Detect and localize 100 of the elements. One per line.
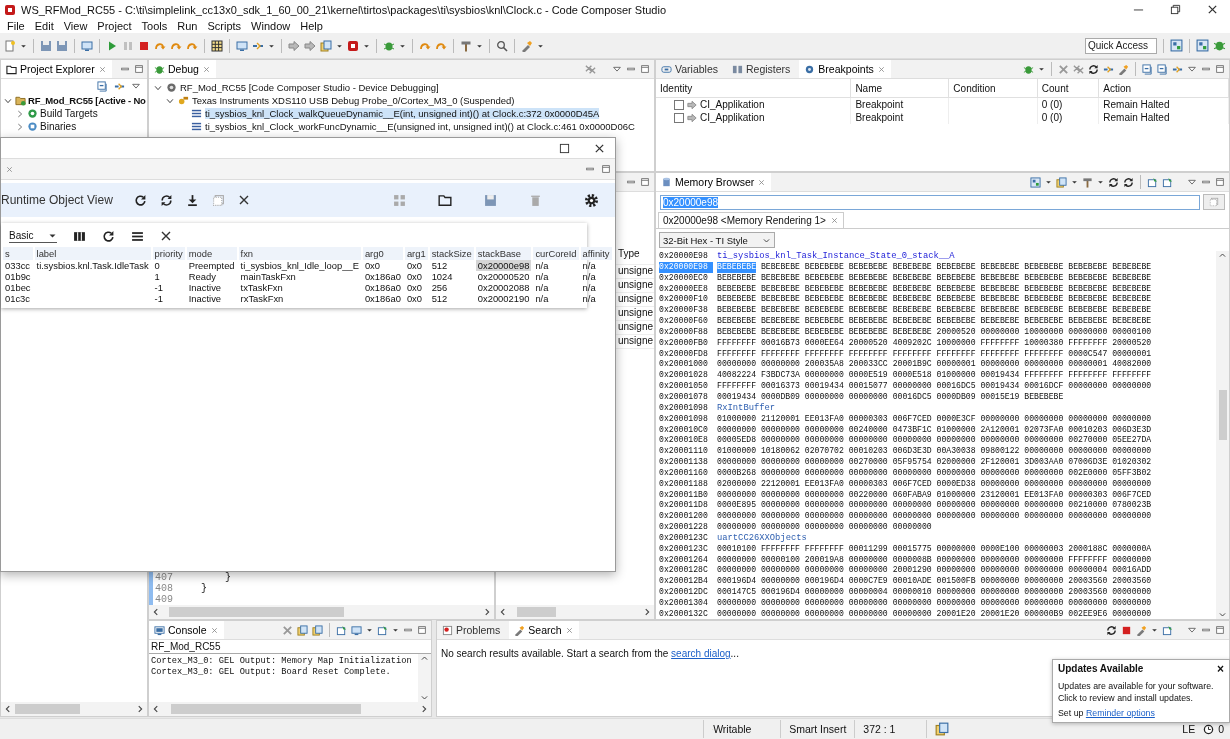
copy-icon[interactable]	[211, 193, 225, 207]
pin-icon[interactable]	[1147, 176, 1158, 188]
folder-icon[interactable]	[438, 193, 452, 207]
panel-tab[interactable]: Registers	[727, 60, 796, 78]
column-header[interactable]: Name	[850, 79, 949, 98]
menu-item[interactable]: Scripts	[202, 20, 247, 32]
grid-icon[interactable]	[211, 39, 223, 52]
remove-icon[interactable]	[1058, 63, 1069, 75]
hammer-icon[interactable]	[1082, 176, 1093, 188]
settings-icon[interactable]	[584, 192, 599, 208]
column-header[interactable]: Identity	[656, 79, 851, 98]
search-dialog-link[interactable]: search dialog	[671, 648, 731, 659]
menu-item[interactable]: Edit	[29, 20, 59, 32]
flashlight-icon[interactable]	[1136, 624, 1147, 636]
perspective-icon[interactable]	[1170, 39, 1183, 52]
pin-icon[interactable]	[1162, 624, 1173, 636]
panel-tab[interactable]: Debug	[149, 60, 216, 78]
reminder-options-link[interactable]: Reminder options	[1085, 708, 1155, 718]
panel-tab[interactable]: Search	[509, 621, 579, 639]
tree-toggle-icon[interactable]	[15, 108, 25, 119]
view-dropdown[interactable]: Basic	[9, 229, 57, 243]
rendering-tab[interactable]: 0x20000e98 <Memory Rendering 1>	[658, 212, 844, 228]
panel-tab[interactable]: Memory Browser	[656, 173, 772, 191]
refresh-icon[interactable]	[133, 193, 147, 207]
panel-tab[interactable]: Breakpoints	[799, 60, 891, 78]
sync-icon[interactable]	[1106, 624, 1117, 636]
restore-icon[interactable]	[1170, 4, 1181, 15]
save-icon[interactable]	[40, 39, 52, 52]
monitor-icon[interactable]	[81, 39, 93, 52]
stack-frame[interactable]: ti_sysbios_knl_Clock_walkQueueDynamic__E(int, unsigned int)() at Clock.c:372 0x0000D45A	[205, 108, 600, 119]
maximize-icon[interactable]	[559, 142, 570, 154]
checkbox[interactable]	[674, 112, 684, 123]
menu-item[interactable]: Tools	[136, 20, 173, 32]
monitor-icon[interactable]	[351, 624, 362, 636]
remove-icon[interactable]	[282, 624, 293, 636]
go-button[interactable]	[1203, 194, 1225, 210]
document-icon[interactable]	[297, 624, 308, 636]
search-icon[interactable]	[496, 39, 508, 52]
collapse-all-icon[interactable]	[1157, 63, 1168, 75]
scroll-thumb[interactable]	[1218, 390, 1227, 440]
sync-icon[interactable]	[1123, 176, 1134, 188]
menu-icon[interactable]	[131, 229, 144, 243]
download-icon[interactable]	[185, 193, 199, 207]
sync-icon[interactable]	[1088, 63, 1099, 75]
pin-icon[interactable]	[336, 624, 347, 636]
document-icon[interactable]	[935, 722, 950, 736]
column-header[interactable]: Action	[1098, 79, 1229, 98]
checkbox[interactable]	[674, 99, 684, 110]
close-button[interactable]: ×	[1217, 663, 1224, 674]
bug-icon[interactable]	[1023, 63, 1034, 75]
pin-icon[interactable]	[1162, 176, 1173, 188]
collapse-all-icon[interactable]	[97, 81, 108, 92]
format-dropdown[interactable]: 32-Bit Hex - TI Style	[659, 232, 775, 248]
sync-icon[interactable]	[159, 193, 173, 207]
document-icon[interactable]	[312, 624, 323, 636]
close-icon[interactable]	[237, 194, 250, 206]
column-header[interactable]: affinity	[580, 247, 612, 260]
menu-item[interactable]: Window	[246, 20, 296, 32]
panel-tab[interactable]: Console	[149, 621, 224, 639]
panel-tab[interactable]: Problems	[437, 621, 506, 639]
stop-icon[interactable]	[1121, 624, 1132, 636]
column-header[interactable]: s	[3, 247, 33, 260]
column-header[interactable]: mode	[186, 247, 237, 260]
horizontal-scrollbar[interactable]	[496, 605, 654, 619]
refresh-icon[interactable]	[102, 229, 115, 243]
close-icon[interactable]	[594, 142, 605, 154]
view-menu-icon[interactable]	[1187, 64, 1197, 74]
play-icon[interactable]	[106, 39, 118, 52]
horizontal-scrollbar[interactable]	[149, 605, 494, 619]
tree-toggle-icon[interactable]	[15, 121, 25, 132]
menu-item[interactable]: Help	[295, 20, 328, 32]
column-header[interactable]: priority	[152, 247, 185, 260]
tree-item[interactable]: Build Targets	[40, 108, 98, 119]
stop-icon[interactable]	[138, 39, 150, 52]
monitor-icon[interactable]	[236, 39, 248, 52]
horizontal-scrollbar[interactable]	[1, 702, 147, 716]
column-header[interactable]: arg1	[404, 247, 428, 260]
perspective-icon[interactable]	[1196, 39, 1209, 52]
view-menu-icon[interactable]	[1187, 177, 1197, 187]
view-menu-icon[interactable]	[131, 81, 141, 91]
remove-all-icon[interactable]	[585, 63, 596, 75]
vertical-scrollbar[interactable]	[418, 654, 431, 702]
vertical-scrollbar[interactable]	[1216, 251, 1229, 619]
pin-icon[interactable]	[377, 624, 388, 636]
app-icon[interactable]	[347, 39, 359, 52]
flashlight-icon[interactable]	[1118, 63, 1129, 75]
column-header[interactable]: curCoreId	[533, 247, 579, 260]
save-icon[interactable]	[56, 39, 68, 52]
column-header[interactable]: label	[34, 247, 151, 260]
flashlight-icon[interactable]	[521, 39, 533, 52]
link-icon[interactable]	[114, 81, 125, 92]
document-icon[interactable]	[320, 39, 332, 52]
quick-access-field[interactable]: Quick Access	[1085, 37, 1157, 54]
horizontal-scrollbar[interactable]	[149, 702, 431, 716]
tiles-icon[interactable]	[393, 193, 406, 207]
trash-icon[interactable]	[529, 193, 542, 207]
document-icon[interactable]	[1056, 176, 1067, 188]
column-header[interactable]: Condition	[948, 79, 1038, 98]
column-header[interactable]: fxn	[238, 247, 361, 260]
menu-item[interactable]: Run	[172, 20, 203, 32]
